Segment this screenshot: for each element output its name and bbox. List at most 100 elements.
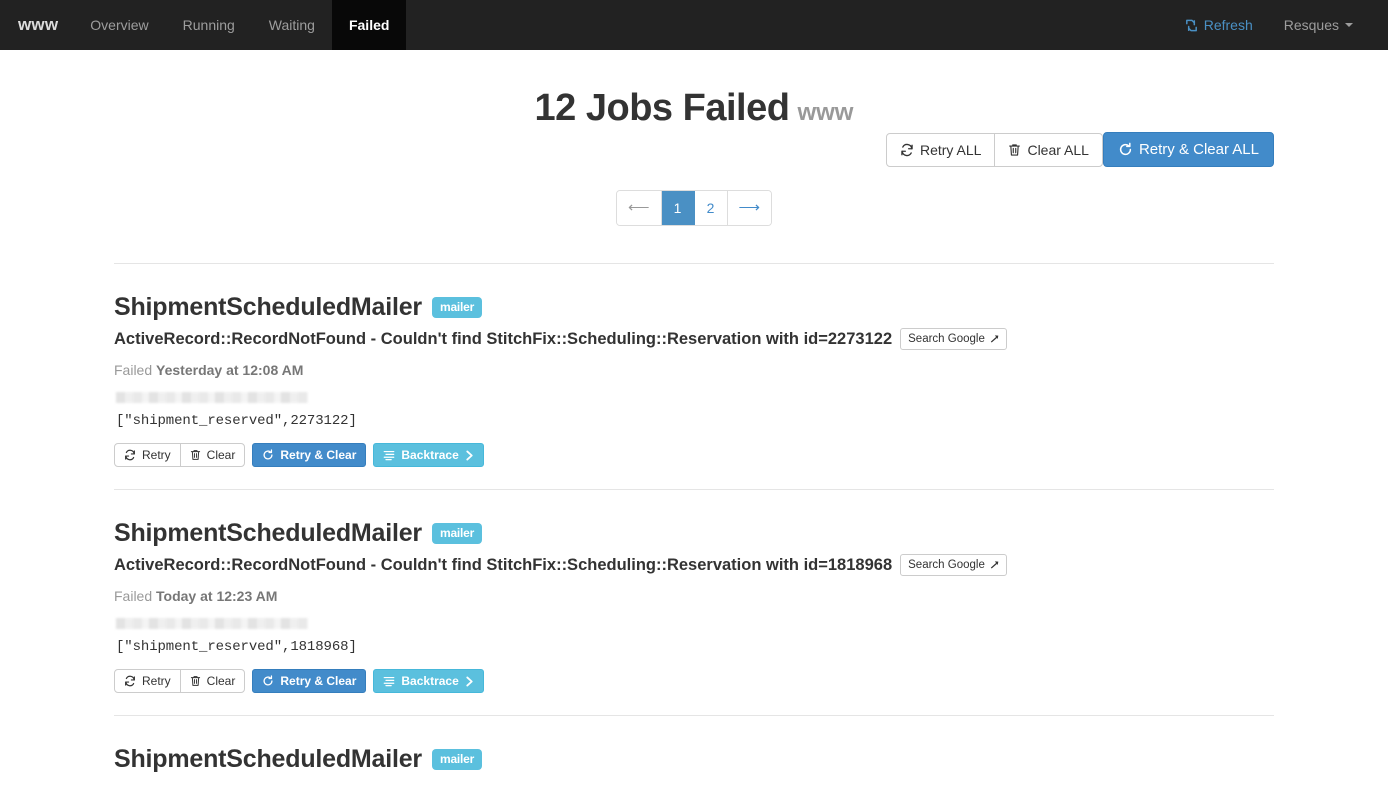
- chevron-right-icon: [465, 450, 474, 461]
- job-arguments: ["shipment_reserved",1818968]: [116, 639, 357, 656]
- page-title-subtitle: www: [797, 99, 854, 126]
- refresh-icon: [124, 675, 136, 687]
- job-failed-meta: Failed Today at 12:23 AM: [114, 588, 1274, 604]
- external-link-arrow-icon: [989, 334, 999, 344]
- retry-and-clear-label: Retry & Clear: [280, 448, 357, 463]
- trash-icon: [1008, 143, 1021, 157]
- trash-icon: [190, 675, 201, 687]
- refresh-icon: [900, 143, 914, 157]
- list-icon: [383, 675, 395, 687]
- resques-label: Resques: [1283, 17, 1339, 33]
- queue-badge: mailer: [431, 749, 483, 771]
- job-error-message: ActiveRecord::RecordNotFound - Couldn't …: [114, 556, 893, 575]
- retry-button[interactable]: Retry: [114, 669, 181, 694]
- retry-and-clear-all-button[interactable]: Retry & Clear ALL: [1102, 132, 1274, 167]
- job-title: ShipmentScheduledMailer mailer: [114, 745, 1274, 774]
- page-container: 12 Jobs Failed www Retry ALL Clear ALL R…: [114, 50, 1274, 774]
- job-worker-redacted: [116, 618, 308, 630]
- refresh-label: Refresh: [1203, 17, 1253, 33]
- bulk-actions-toolbar: Retry ALL Clear ALL Retry & Clear ALL: [885, 132, 1274, 167]
- retry-all-button[interactable]: Retry ALL: [885, 132, 996, 167]
- retry-and-clear-all-label: Retry & Clear ALL: [1138, 141, 1259, 158]
- bulk-actions-button-group: Retry ALL Clear ALL: [885, 132, 1103, 167]
- pagination-prev[interactable]: ⟵: [616, 190, 662, 225]
- job-actions: Retry Clear Retry & Clear Backtrace: [114, 669, 1274, 694]
- arrow-right-icon: ⟶: [738, 199, 761, 217]
- external-link-arrow-icon: [989, 560, 999, 570]
- page-title-text: 12 Jobs Failed: [534, 87, 790, 129]
- retry-button[interactable]: Retry: [114, 443, 181, 468]
- retry-and-clear-label: Retry & Clear: [280, 674, 357, 689]
- arrow-left-icon: ⟵: [627, 199, 650, 217]
- job-class-name: ShipmentScheduledMailer: [114, 745, 422, 774]
- queue-badge: mailer: [431, 296, 483, 318]
- top-navbar: www Overview Running Waiting Failed Refr…: [0, 0, 1388, 50]
- job-title: ShipmentScheduledMailer mailer: [114, 293, 1274, 322]
- job-failed-prefix: Failed: [114, 588, 153, 605]
- job-failed-timestamp: Yesterday at 12:08 AM: [156, 362, 304, 379]
- backtrace-button[interactable]: Backtrace: [373, 443, 484, 468]
- failed-job-row: ShipmentScheduledMailer mailer ActiveRec…: [114, 489, 1274, 715]
- job-error-line: ActiveRecord::RecordNotFound - Couldn't …: [114, 554, 1274, 577]
- search-google-button[interactable]: Search Google: [900, 327, 1007, 350]
- clear-all-button[interactable]: Clear ALL: [994, 132, 1103, 167]
- job-failed-prefix: Failed: [114, 362, 153, 379]
- failed-job-row: ShipmentScheduledMailer mailer ActiveRec…: [114, 262, 1274, 489]
- job-failed-timestamp: Today at 12:23 AM: [156, 588, 278, 605]
- job-retry-clear-group: Retry Clear: [114, 669, 246, 694]
- job-arguments: ["shipment_reserved",2273122]: [116, 413, 357, 430]
- job-actions: Retry Clear Retry & Clear Backtrace: [114, 443, 1274, 468]
- retry-label: Retry: [142, 674, 171, 689]
- trash-icon: [190, 449, 201, 461]
- pagination: ⟵ 1 2 ⟶: [615, 189, 773, 226]
- queue-badge: mailer: [431, 523, 483, 545]
- pagination-wrapper: ⟵ 1 2 ⟶: [114, 189, 1274, 226]
- job-retry-clear-group: Retry Clear: [114, 443, 246, 468]
- clear-button[interactable]: Clear: [179, 443, 246, 468]
- backtrace-label: Backtrace: [401, 674, 459, 689]
- navbar-brand[interactable]: www: [0, 0, 73, 50]
- nav-item-waiting[interactable]: Waiting: [252, 0, 332, 50]
- search-google-label: Search Google: [908, 559, 985, 572]
- job-worker-redacted: [116, 392, 308, 404]
- refresh-icon: [124, 449, 136, 461]
- clear-label: Clear: [206, 448, 236, 463]
- pagination-next[interactable]: ⟶: [727, 190, 772, 225]
- clear-label: Clear: [206, 674, 236, 689]
- clear-button[interactable]: Clear: [179, 669, 246, 694]
- refresh-arrows-icon: [1184, 18, 1199, 33]
- navbar-left-group: www Overview Running Waiting Failed: [0, 0, 407, 50]
- list-icon: [383, 449, 395, 461]
- job-class-name: ShipmentScheduledMailer: [114, 292, 422, 321]
- job-class-name: ShipmentScheduledMailer: [114, 519, 422, 548]
- refresh-circle-icon: [1118, 142, 1133, 157]
- job-title: ShipmentScheduledMailer mailer: [114, 519, 1274, 548]
- backtrace-button[interactable]: Backtrace: [373, 669, 484, 694]
- retry-and-clear-button[interactable]: Retry & Clear: [252, 669, 367, 694]
- retry-and-clear-button[interactable]: Retry & Clear: [252, 443, 367, 468]
- caret-down-icon: [1345, 23, 1353, 27]
- nav-item-running[interactable]: Running: [166, 0, 252, 50]
- navbar-right-group: Refresh Resques: [1167, 0, 1388, 50]
- page-title: 12 Jobs Failed www: [114, 87, 1274, 130]
- search-google-button[interactable]: Search Google: [900, 554, 1007, 577]
- refresh-circle-icon: [262, 449, 274, 461]
- failed-job-row: ShipmentScheduledMailer mailer: [114, 715, 1274, 774]
- search-google-label: Search Google: [908, 332, 985, 345]
- job-error-line: ActiveRecord::RecordNotFound - Couldn't …: [114, 327, 1274, 350]
- nav-item-failed[interactable]: Failed: [331, 0, 407, 50]
- resques-dropdown[interactable]: Resques: [1267, 0, 1370, 50]
- nav-item-overview[interactable]: Overview: [73, 0, 165, 50]
- backtrace-label: Backtrace: [401, 448, 459, 463]
- retry-label: Retry: [142, 448, 171, 463]
- failed-jobs-list: ShipmentScheduledMailer mailer ActiveRec…: [114, 262, 1274, 775]
- chevron-right-icon: [465, 676, 474, 687]
- retry-all-label: Retry ALL: [919, 141, 982, 158]
- job-failed-meta: Failed Yesterday at 12:08 AM: [114, 362, 1274, 378]
- refresh-button[interactable]: Refresh: [1167, 0, 1267, 50]
- pagination-page-1[interactable]: 1: [661, 190, 695, 225]
- job-error-message: ActiveRecord::RecordNotFound - Couldn't …: [114, 329, 893, 348]
- clear-all-label: Clear ALL: [1027, 141, 1089, 158]
- pagination-page-2[interactable]: 2: [694, 190, 728, 225]
- refresh-circle-icon: [262, 675, 274, 687]
